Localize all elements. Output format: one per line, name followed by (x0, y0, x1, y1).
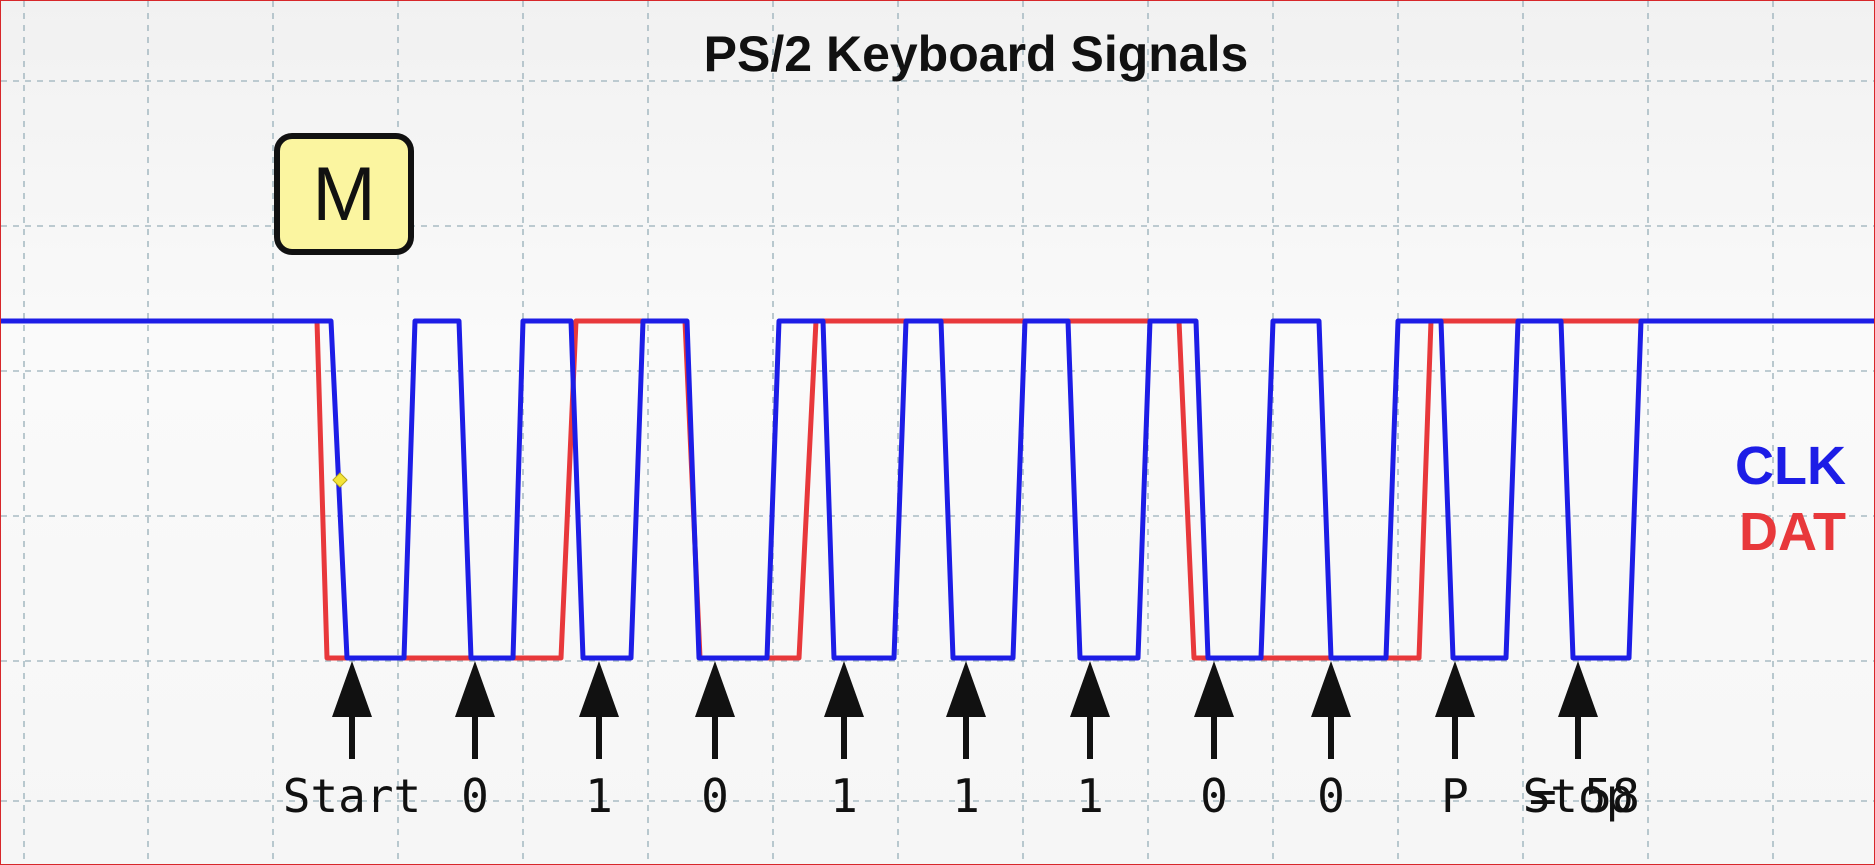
bit-label-8: 0 (1317, 769, 1345, 823)
bit-label-6: 1 (1076, 769, 1104, 823)
bit-label-start: Start (282, 769, 422, 823)
dat-waveform (1, 318, 1874, 661)
key-badge: M (274, 133, 414, 255)
bit-label-4: 1 (830, 769, 858, 823)
arrow-icon (1435, 661, 1475, 717)
bit-label-parity: P (1441, 769, 1469, 823)
bit-label-3: 0 (701, 769, 729, 823)
cursor-marker (332, 472, 348, 488)
ps2-signal-diagram: PS/2 Keyboard Signals M CLK DAT Start 0 … (0, 0, 1875, 865)
arrow-icon (579, 661, 619, 717)
arrow-icon (1194, 661, 1234, 717)
bit-label-5: 1 (952, 769, 980, 823)
bit-label-1: 0 (461, 769, 489, 823)
result-value: = 58 (1529, 769, 1640, 823)
diagram-title: PS/2 Keyboard Signals (703, 26, 1249, 82)
bit-label-2: 1 (585, 769, 613, 823)
arrow-icon (824, 661, 864, 717)
bit-labels: Start 0 1 0 1 1 1 0 0 P Stop = 58 (1, 769, 1874, 839)
key-letter: M (312, 151, 376, 237)
arrow-icon (455, 661, 495, 717)
legend-clk: CLK (1735, 436, 1846, 496)
arrow-icon (1558, 661, 1598, 717)
clk-waveform (1, 318, 1874, 661)
arrow-icon (1311, 661, 1351, 717)
waveform-plot (1, 318, 1874, 759)
legend-dat: DAT (1739, 502, 1846, 562)
arrow-icon (332, 661, 372, 717)
bit-label-7: 0 (1200, 769, 1228, 823)
arrow-icon (1070, 661, 1110, 717)
arrow-icon (695, 661, 735, 717)
arrow-icon (946, 661, 986, 717)
